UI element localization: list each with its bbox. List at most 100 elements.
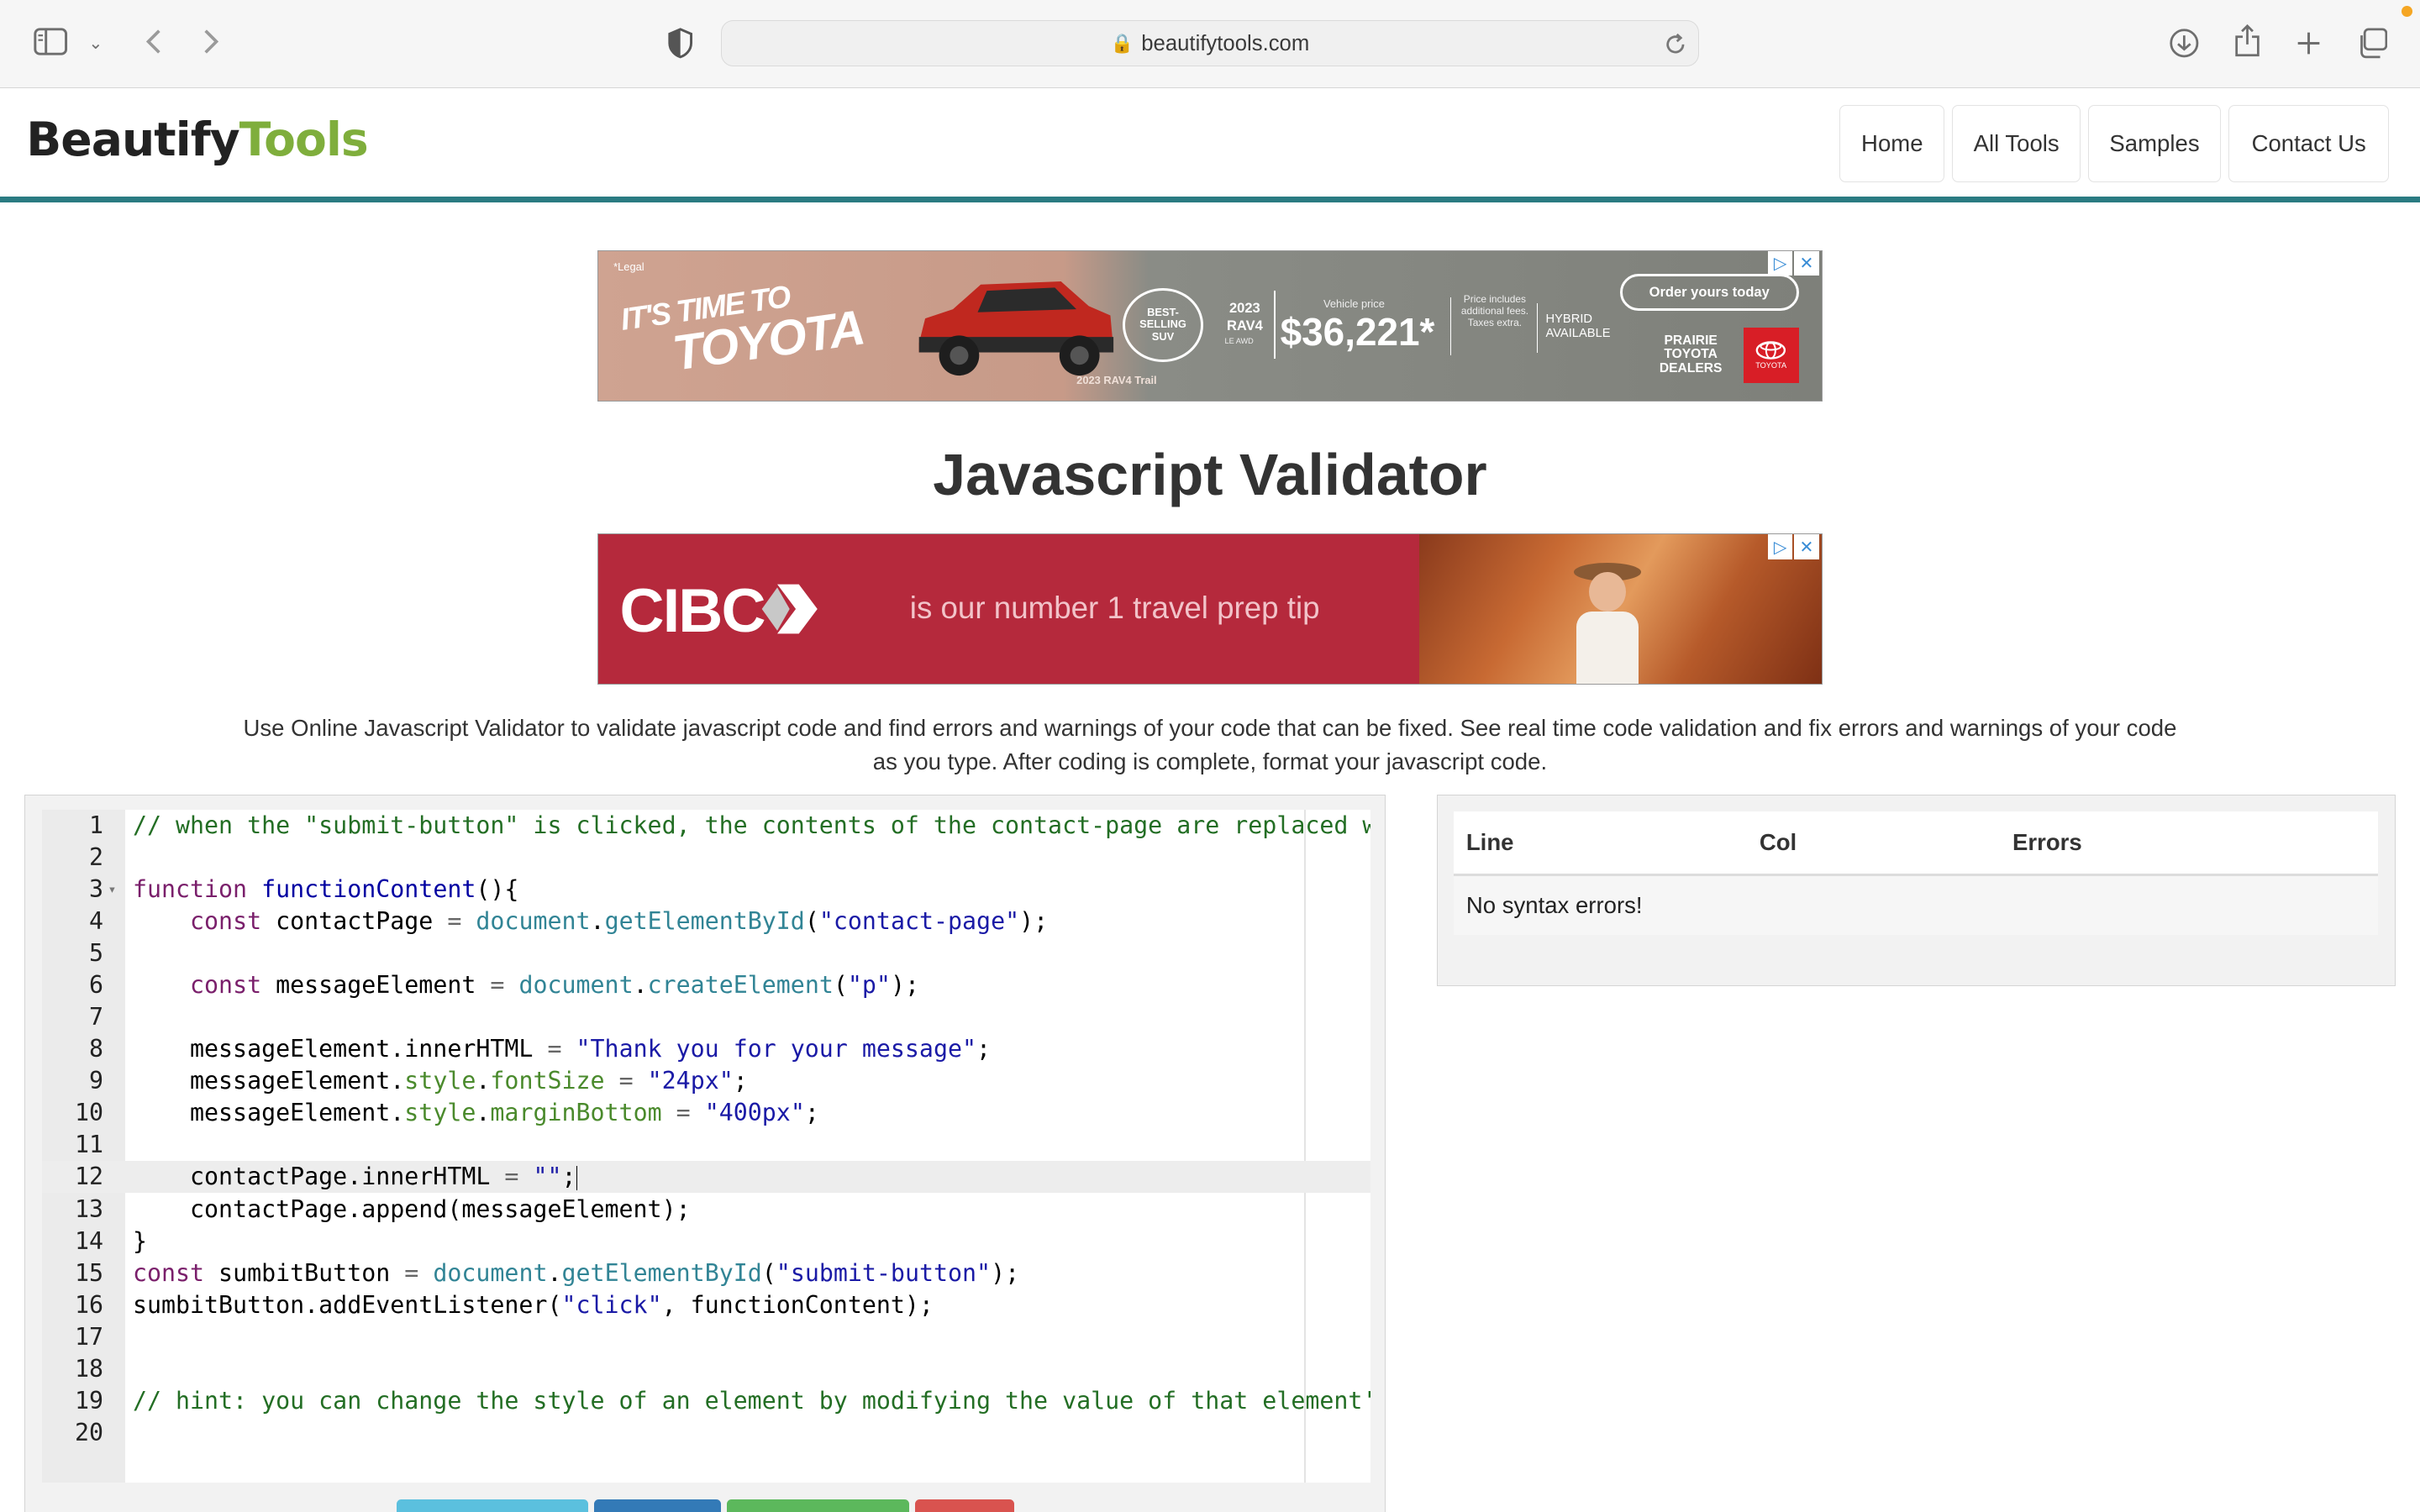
page-title: Javascript Validator [933,442,1487,508]
car-image [918,281,1114,376]
ad-close-icon-2[interactable]: ✕ [1794,534,1819,559]
code-line[interactable]: 11 [42,1129,1370,1161]
code-text: sumbitButton.addEventListener("click", f… [132,1290,934,1319]
editor-button-1[interactable] [397,1499,588,1512]
line-number: 16 [74,1290,104,1319]
editor-button-4[interactable] [915,1499,1014,1512]
nav-all-tools[interactable]: All Tools [1952,104,2081,182]
privacy-shield-icon[interactable] [664,24,697,61]
code-text: messageElement.style.marginBottom = "400… [132,1099,819,1127]
code-text: contactPage.append(messageElement); [132,1194,691,1223]
adchoices-icon[interactable]: ▷ [1768,250,1793,276]
ad-divider-3 [1536,302,1539,353]
nav-samples[interactable]: Samples [2088,104,2221,182]
award-seal: BEST-SELLING SUV [1123,287,1203,362]
nav-home[interactable]: Home [1839,104,1945,182]
code-line[interactable]: 19 // hint: you can change the style of a… [42,1385,1370,1417]
code-line[interactable]: 6 const messageElement = document.create… [42,969,1370,1001]
line-number: 2 [89,843,104,872]
ad-year-model: 2023 RAV4 [1226,300,1263,333]
line-number: 18 [74,1354,104,1383]
code-line[interactable]: 1 // when the "submit-button" is clicked,… [42,810,1370,842]
code-line[interactable]: 16 sumbitButton.addEventListener("click",… [42,1289,1370,1321]
url-display[interactable]: 🔒 beautifytools.com [722,21,1698,67]
line-number: 4 [89,907,104,936]
new-tab-icon[interactable] [2291,24,2328,61]
code-line[interactable]: 3 ▾ function functionContent(){ [42,874,1370,906]
award-text: BEST-SELLING SUV [1139,305,1186,344]
fold-toggle-icon[interactable]: ▾ [108,874,117,906]
ad-divider [1274,291,1276,360]
ad-cta-button[interactable]: Order yours today [1619,274,1799,312]
editor-button-3[interactable] [727,1499,909,1512]
reload-icon[interactable] [1660,29,1691,60]
cibc-ad-banner[interactable]: CIBC is our number 1 travel prep tip ▷ ✕ [597,533,1823,685]
tab-overview-icon[interactable] [2354,24,2391,61]
page-description: Use Online Javascript Validator to valid… [243,714,2177,775]
code-text: const contactPage = document.getElementB… [190,907,1049,936]
code-text: // when the "submit-button" is clicked, … [132,811,1370,840]
code-text: contactPage.innerHTML = ""; [132,1163,578,1191]
code-text: } [132,1226,147,1255]
person-figure [1565,562,1651,685]
code-line[interactable]: 14} [42,1226,1370,1257]
line-number: 19 [74,1386,104,1415]
forward-icon[interactable] [194,22,228,62]
code-text: const messageElement = document.createEl… [190,971,919,1000]
code-line[interactable]: 18 [42,1353,1370,1385]
code-line[interactable]: 20 [42,1417,1370,1449]
code-text: // hint: you can change the style of an … [132,1386,1370,1415]
code-line[interactable]: 7 [42,1001,1370,1033]
url-text: beautifytools.com [1141,31,1310,55]
share-icon[interactable] [2228,22,2265,62]
nav-contact-us[interactable]: Contact Us [2228,104,2390,182]
adchoices-icon-2[interactable]: ▷ [1768,534,1793,559]
code-line[interactable]: 13 contactPage.append(messageElement); [42,1194,1370,1226]
line-number: 9 [89,1067,104,1095]
sidebar-icon[interactable] [31,24,71,58]
toyota-emblem-icon [1755,341,1786,360]
line-number: 1 [89,811,104,840]
logo-text-tools: Tools [239,113,369,167]
errors-table: Line Col Errors No syntax errors! [1454,811,2379,936]
code-line[interactable]: 9 messageElement.style.fontSize = "24px"… [42,1065,1370,1097]
line-number: 17 [74,1322,104,1351]
toyota-ad-banner[interactable]: *Legal IT'S TIME TO TOYOTA 2023 RAV4 Tra… [597,249,1823,402]
chevron-down-icon[interactable]: ⌄ [83,28,108,59]
code-line[interactable]: 12 contactPage.innerHTML = ""; [41,1161,1370,1194]
line-number: 8 [89,1035,104,1063]
ad-hybrid: HYBRID AVAILABLE [1545,312,1611,340]
line-number: 15 [74,1258,104,1287]
code-editor[interactable]: 1 // when the "submit-button" is clicked,… [41,810,1370,1483]
code-line[interactable]: 8 messageElement.innerHTML = "Thank you … [42,1033,1370,1065]
header-line: Line [1465,828,1514,855]
code-line[interactable]: 15 const sumbitButton = document.getEleme… [42,1257,1370,1289]
code-line[interactable]: 10 messageElement.style.marginBottom = "… [42,1097,1370,1129]
ad-close-icon[interactable]: ✕ [1794,250,1819,276]
canyon-photo [1418,534,1823,685]
ad-trim: LE AWD [1224,337,1254,346]
logo-text-beautify: Beautify [26,113,239,167]
header-errors: Errors [2012,828,2082,855]
line-number: 14 [74,1226,104,1255]
code-line[interactable]: 4 const contactPage = document.getElemen… [42,906,1370,937]
code-line[interactable]: 2 [42,842,1370,874]
ad-dealer: PRAIRIE TOYOTA DEALERS [1659,333,1723,375]
ad-model-caption: 2023 RAV4 Trail [1076,374,1157,387]
line-number: 12 [74,1163,104,1191]
line-number: 13 [74,1194,104,1223]
site-logo[interactable]: BeautifyTools [26,113,369,167]
ad-vehicle-price-label: Vehicle price [1323,297,1385,310]
line-number: 20 [74,1418,104,1446]
back-icon[interactable] [136,22,170,62]
toyota-logo-text: TOYOTA [1755,361,1787,370]
download-icon[interactable] [2165,24,2202,61]
editor-button-2[interactable] [594,1499,721,1512]
code-line[interactable]: 5 [42,937,1370,969]
ad-divider-2 [1449,297,1452,356]
line-number: 11 [74,1131,104,1159]
code-line[interactable]: 17 [42,1321,1370,1353]
no-errors-message: No syntax errors! [1454,876,2379,936]
address-bar[interactable]: 🔒 beautifytools.com [720,19,1700,67]
line-number: 6 [89,971,104,1000]
